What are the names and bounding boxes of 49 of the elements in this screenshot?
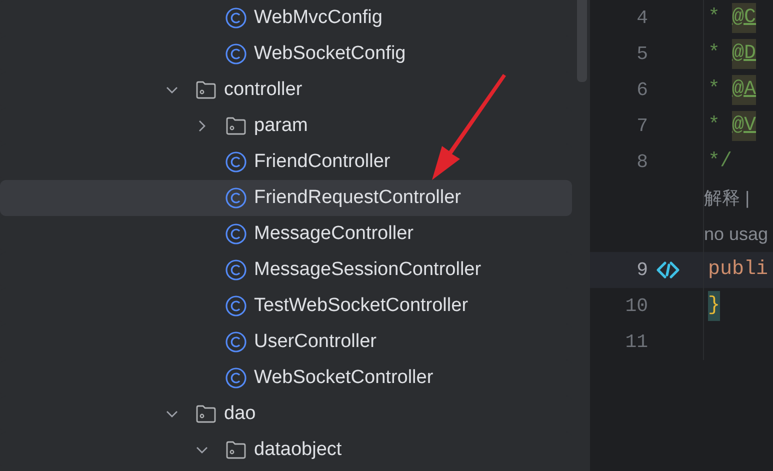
doc-tag: @A (732, 75, 756, 105)
code-keyword: publi (708, 257, 768, 283)
folder-icon (225, 116, 247, 136)
line-number: 6 (636, 78, 648, 103)
class-icon (225, 187, 247, 209)
item-label: controller (224, 78, 302, 102)
class-icon (225, 331, 247, 353)
inlay-hint: no usag (704, 222, 768, 246)
item-label: MessageController (254, 222, 414, 246)
comment-asterisk: * (708, 113, 720, 139)
item-label: UserController (254, 330, 376, 354)
folder-icon (195, 404, 217, 424)
class-icon (225, 295, 247, 317)
line-number: 9 (636, 258, 648, 283)
implements-link-icon[interactable] (655, 260, 681, 280)
line-number: 11 (624, 330, 648, 355)
line-number: 7 (636, 114, 648, 139)
class-icon (225, 367, 247, 389)
line-number: 10 (624, 294, 648, 319)
doc-tag: @C (732, 3, 756, 33)
line-number: 5 (636, 42, 648, 67)
item-label: dao (224, 402, 256, 426)
folder-icon (195, 80, 217, 100)
tree-item[interactable]: FriendRequestController (0, 180, 572, 216)
brace: } (708, 291, 720, 321)
doc-tag: @V (732, 111, 756, 141)
comment-asterisk: * (708, 41, 720, 67)
class-icon (225, 7, 247, 29)
item-label: MessageSessionController (254, 258, 482, 282)
class-icon (225, 43, 247, 65)
inlay-hint: 解释 | (704, 186, 750, 210)
item-label: WebMvcConfig (254, 6, 382, 30)
line-number: 8 (636, 150, 648, 175)
folder-icon (225, 440, 247, 460)
item-label: WebSocketConfig (254, 42, 406, 66)
class-icon (225, 223, 247, 245)
item-label: FriendRequestController (254, 186, 461, 210)
item-label: TestWebSocketController (254, 294, 468, 318)
line-number: 4 (636, 6, 648, 31)
item-label: dataobject (254, 438, 342, 462)
item-label: FriendController (254, 150, 390, 174)
comment-end: */ (708, 149, 732, 175)
comment-asterisk: * (708, 77, 720, 103)
class-icon (225, 151, 247, 173)
comment-asterisk: * (708, 5, 720, 31)
class-icon (225, 259, 247, 281)
doc-tag: @D (732, 39, 756, 69)
item-label: param (254, 114, 308, 138)
item-label: WebSocketController (254, 366, 434, 390)
